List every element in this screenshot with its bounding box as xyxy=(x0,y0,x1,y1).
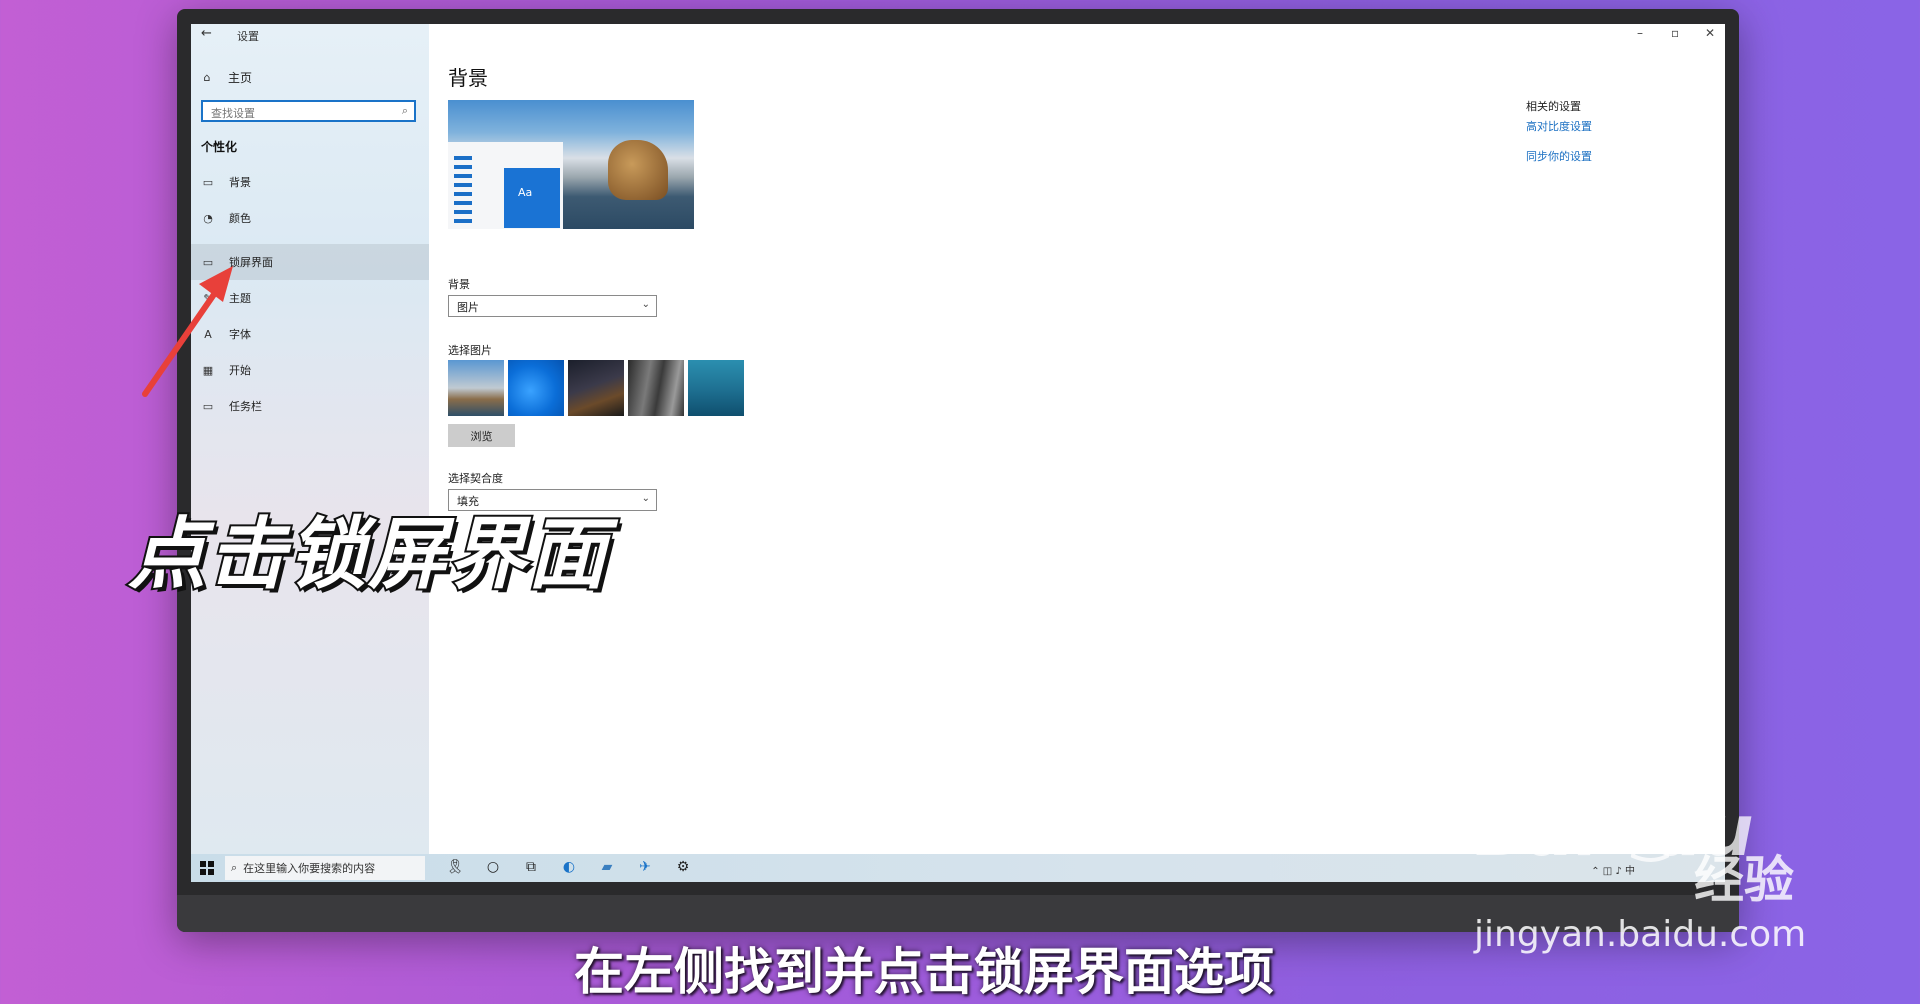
window-title: 设置 xyxy=(237,30,259,43)
background-preview: Aa xyxy=(448,100,694,229)
picture-thumb-2[interactable] xyxy=(508,360,564,416)
screen: ← 设置 ⌂ 主页 ⌕ 个性化 ▭ 背景 ◔ 颜色 ▭ 锁屏界面 ✎ 主题 A … xyxy=(191,24,1725,882)
page-title: 背景 xyxy=(448,66,488,90)
background-label: 背景 xyxy=(448,278,470,291)
preview-rock-image xyxy=(608,140,668,200)
sidebar-item-background[interactable]: ▭ 背景 xyxy=(201,172,251,192)
preview-tile: Aa xyxy=(504,168,560,228)
windows-start-icon[interactable] xyxy=(200,861,214,875)
search-icon[interactable]: ⌕ xyxy=(402,104,408,118)
bird-app-icon[interactable]: ✈ xyxy=(635,859,655,875)
sidebar-item-colors[interactable]: ◔ 颜色 xyxy=(201,208,251,228)
fit-label: 选择契合度 xyxy=(448,472,503,485)
maximize-icon[interactable]: ▫ xyxy=(1671,26,1679,40)
related-settings-title: 相关的设置 xyxy=(1526,100,1581,113)
baidu-paw-icon xyxy=(1617,798,1677,862)
sidebar-home-label: 主页 xyxy=(228,70,253,85)
ribbon-icon[interactable]: 🎗 xyxy=(445,859,465,875)
close-icon[interactable]: ✕ xyxy=(1705,26,1715,40)
subtitle: 在左侧找到并点击锁屏界面选项 xyxy=(574,943,1274,1001)
baidu-watermark-url: jingyan.baidu.com xyxy=(1474,914,1807,955)
back-arrow-icon[interactable]: ← xyxy=(201,26,212,41)
browse-button[interactable]: 浏览 xyxy=(448,424,515,447)
taskbar-search-placeholder: 在这里输入你要搜索的内容 xyxy=(243,862,376,875)
preview-tile-text: Aa xyxy=(518,186,533,199)
choose-picture-label: 选择图片 xyxy=(448,344,492,357)
preview-window: Aa xyxy=(448,142,563,229)
sidebar-item-label: 颜色 xyxy=(229,212,251,225)
chevron-down-icon: ⌄ xyxy=(641,493,650,504)
sidebar-item-home[interactable]: ⌂ 主页 xyxy=(200,67,253,87)
home-icon: ⌂ xyxy=(203,70,211,84)
picture-thumb-1[interactable] xyxy=(448,360,504,416)
task-view-icon[interactable]: ⧉ xyxy=(521,859,541,875)
palette-icon: ◔ xyxy=(203,211,213,225)
picture-thumb-3[interactable] xyxy=(568,360,624,416)
minimize-icon[interactable]: – xyxy=(1637,26,1643,40)
baidu-watermark-jingyan: 经验 xyxy=(1694,851,1794,909)
settings-search-input[interactable] xyxy=(203,104,399,123)
picture-thumb-4[interactable] xyxy=(628,360,684,416)
picture-thumb-5[interactable] xyxy=(688,360,744,416)
picture-icon: ▭ xyxy=(202,175,214,189)
app-icon[interactable]: ▰ xyxy=(597,859,617,875)
edge-browser-icon[interactable]: ◐ xyxy=(559,859,579,875)
sidebar-item-label: 背景 xyxy=(229,176,251,189)
background-dropdown-value: 图片 xyxy=(457,301,479,314)
preview-start-list xyxy=(454,156,472,226)
chevron-down-icon: ⌄ xyxy=(641,299,650,310)
settings-gear-icon[interactable]: ⚙ xyxy=(673,859,693,875)
high-contrast-link[interactable]: 高对比度设置 xyxy=(1526,118,1592,134)
taskbar-search[interactable]: ⌕ 在这里输入你要搜索的内容 xyxy=(225,856,425,880)
background-dropdown[interactable]: 图片 ⌄ xyxy=(448,295,657,317)
settings-search-box[interactable]: ⌕ xyxy=(201,100,416,123)
big-caption: 点击锁屏界面 xyxy=(126,508,609,602)
cortana-icon[interactable]: ○ xyxy=(483,859,503,875)
sync-settings-link[interactable]: 同步你的设置 xyxy=(1526,148,1592,164)
red-arrow-annotation xyxy=(142,266,233,397)
search-icon: ⌕ xyxy=(231,861,238,874)
section-title: 个性化 xyxy=(201,140,238,154)
